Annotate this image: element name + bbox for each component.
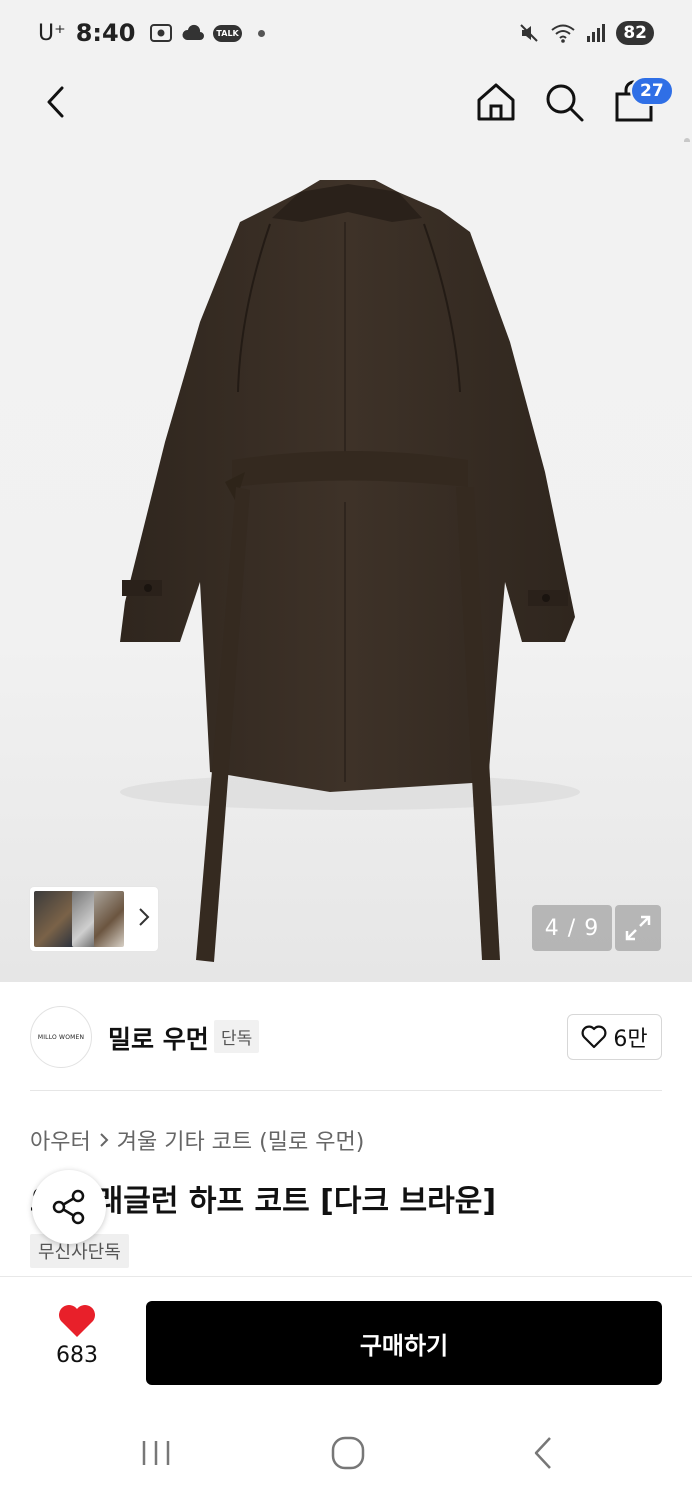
notification-dot-icon bbox=[257, 29, 265, 37]
brand-logo[interactable]: MILLO WOMEN bbox=[30, 1006, 92, 1068]
talk-icon: TALK bbox=[213, 24, 242, 42]
screenshot-icon bbox=[150, 24, 173, 42]
status-bar: U⁺ 8:40 TALK 82 bbox=[0, 0, 692, 66]
signal-icon bbox=[587, 24, 606, 42]
product-like-count: 683 bbox=[56, 1343, 98, 1368]
breadcrumb-subcategory[interactable]: 겨울 기타 코트 (밀로 우먼) bbox=[117, 1124, 365, 1156]
recent-apps-icon[interactable] bbox=[138, 1438, 174, 1468]
breadcrumb-category[interactable]: 아우터 bbox=[30, 1124, 91, 1156]
thumbnail-image[interactable] bbox=[94, 891, 124, 947]
brand-like-button[interactable]: 6만 bbox=[567, 1014, 662, 1060]
expand-icon bbox=[625, 915, 651, 941]
chevron-right-icon bbox=[100, 1133, 109, 1147]
purchase-bar: 683 구매하기 bbox=[0, 1276, 692, 1402]
mute-icon bbox=[520, 24, 539, 42]
share-icon bbox=[52, 1189, 85, 1225]
home-button[interactable] bbox=[474, 80, 518, 124]
wifi-icon bbox=[551, 24, 575, 43]
home-icon bbox=[477, 83, 515, 121]
divider bbox=[30, 1090, 662, 1091]
search-icon bbox=[546, 84, 584, 122]
brand-exclusive-badge: 단독 bbox=[214, 1020, 260, 1053]
chevron-left-icon bbox=[47, 86, 64, 118]
heart-outline-icon bbox=[581, 1025, 607, 1049]
product-like-button[interactable]: 683 bbox=[44, 1303, 110, 1368]
image-counter: 4 / 9 bbox=[532, 905, 612, 951]
product-photo-coat bbox=[120, 180, 580, 962]
carrier-label: U⁺ bbox=[38, 20, 66, 46]
cart-count-badge: 27 bbox=[630, 76, 674, 106]
system-home-icon[interactable] bbox=[330, 1435, 366, 1471]
heart-filled-icon bbox=[59, 1305, 95, 1337]
battery-level: 82 bbox=[616, 21, 654, 45]
brand-name[interactable]: 밀로 우먼 bbox=[108, 1020, 209, 1056]
search-button[interactable] bbox=[542, 80, 586, 124]
product-image-gallery[interactable]: 4 / 9 bbox=[0, 142, 692, 982]
thumbnail-strip[interactable] bbox=[30, 887, 158, 951]
cloud-icon bbox=[182, 24, 205, 40]
brand-like-count: 6만 bbox=[613, 1027, 648, 1052]
brand-row: MILLO WOMEN 밀로 우먼 단독 6만 bbox=[0, 982, 692, 1090]
back-button[interactable] bbox=[34, 80, 78, 124]
system-navigation-bar bbox=[0, 1402, 692, 1500]
breadcrumb: 아우터 겨울 기타 코트 (밀로 우먼) bbox=[30, 1124, 364, 1156]
brand-logo-text: MILLO WOMEN bbox=[37, 1033, 85, 1041]
system-back-icon[interactable] bbox=[528, 1435, 558, 1471]
clock: 8:40 bbox=[75, 19, 136, 47]
buy-button[interactable]: 구매하기 bbox=[146, 1301, 662, 1385]
chevron-right-icon bbox=[139, 908, 150, 926]
top-app-bar bbox=[0, 66, 692, 198]
fullscreen-button[interactable] bbox=[615, 905, 661, 951]
share-button[interactable] bbox=[32, 1170, 106, 1244]
